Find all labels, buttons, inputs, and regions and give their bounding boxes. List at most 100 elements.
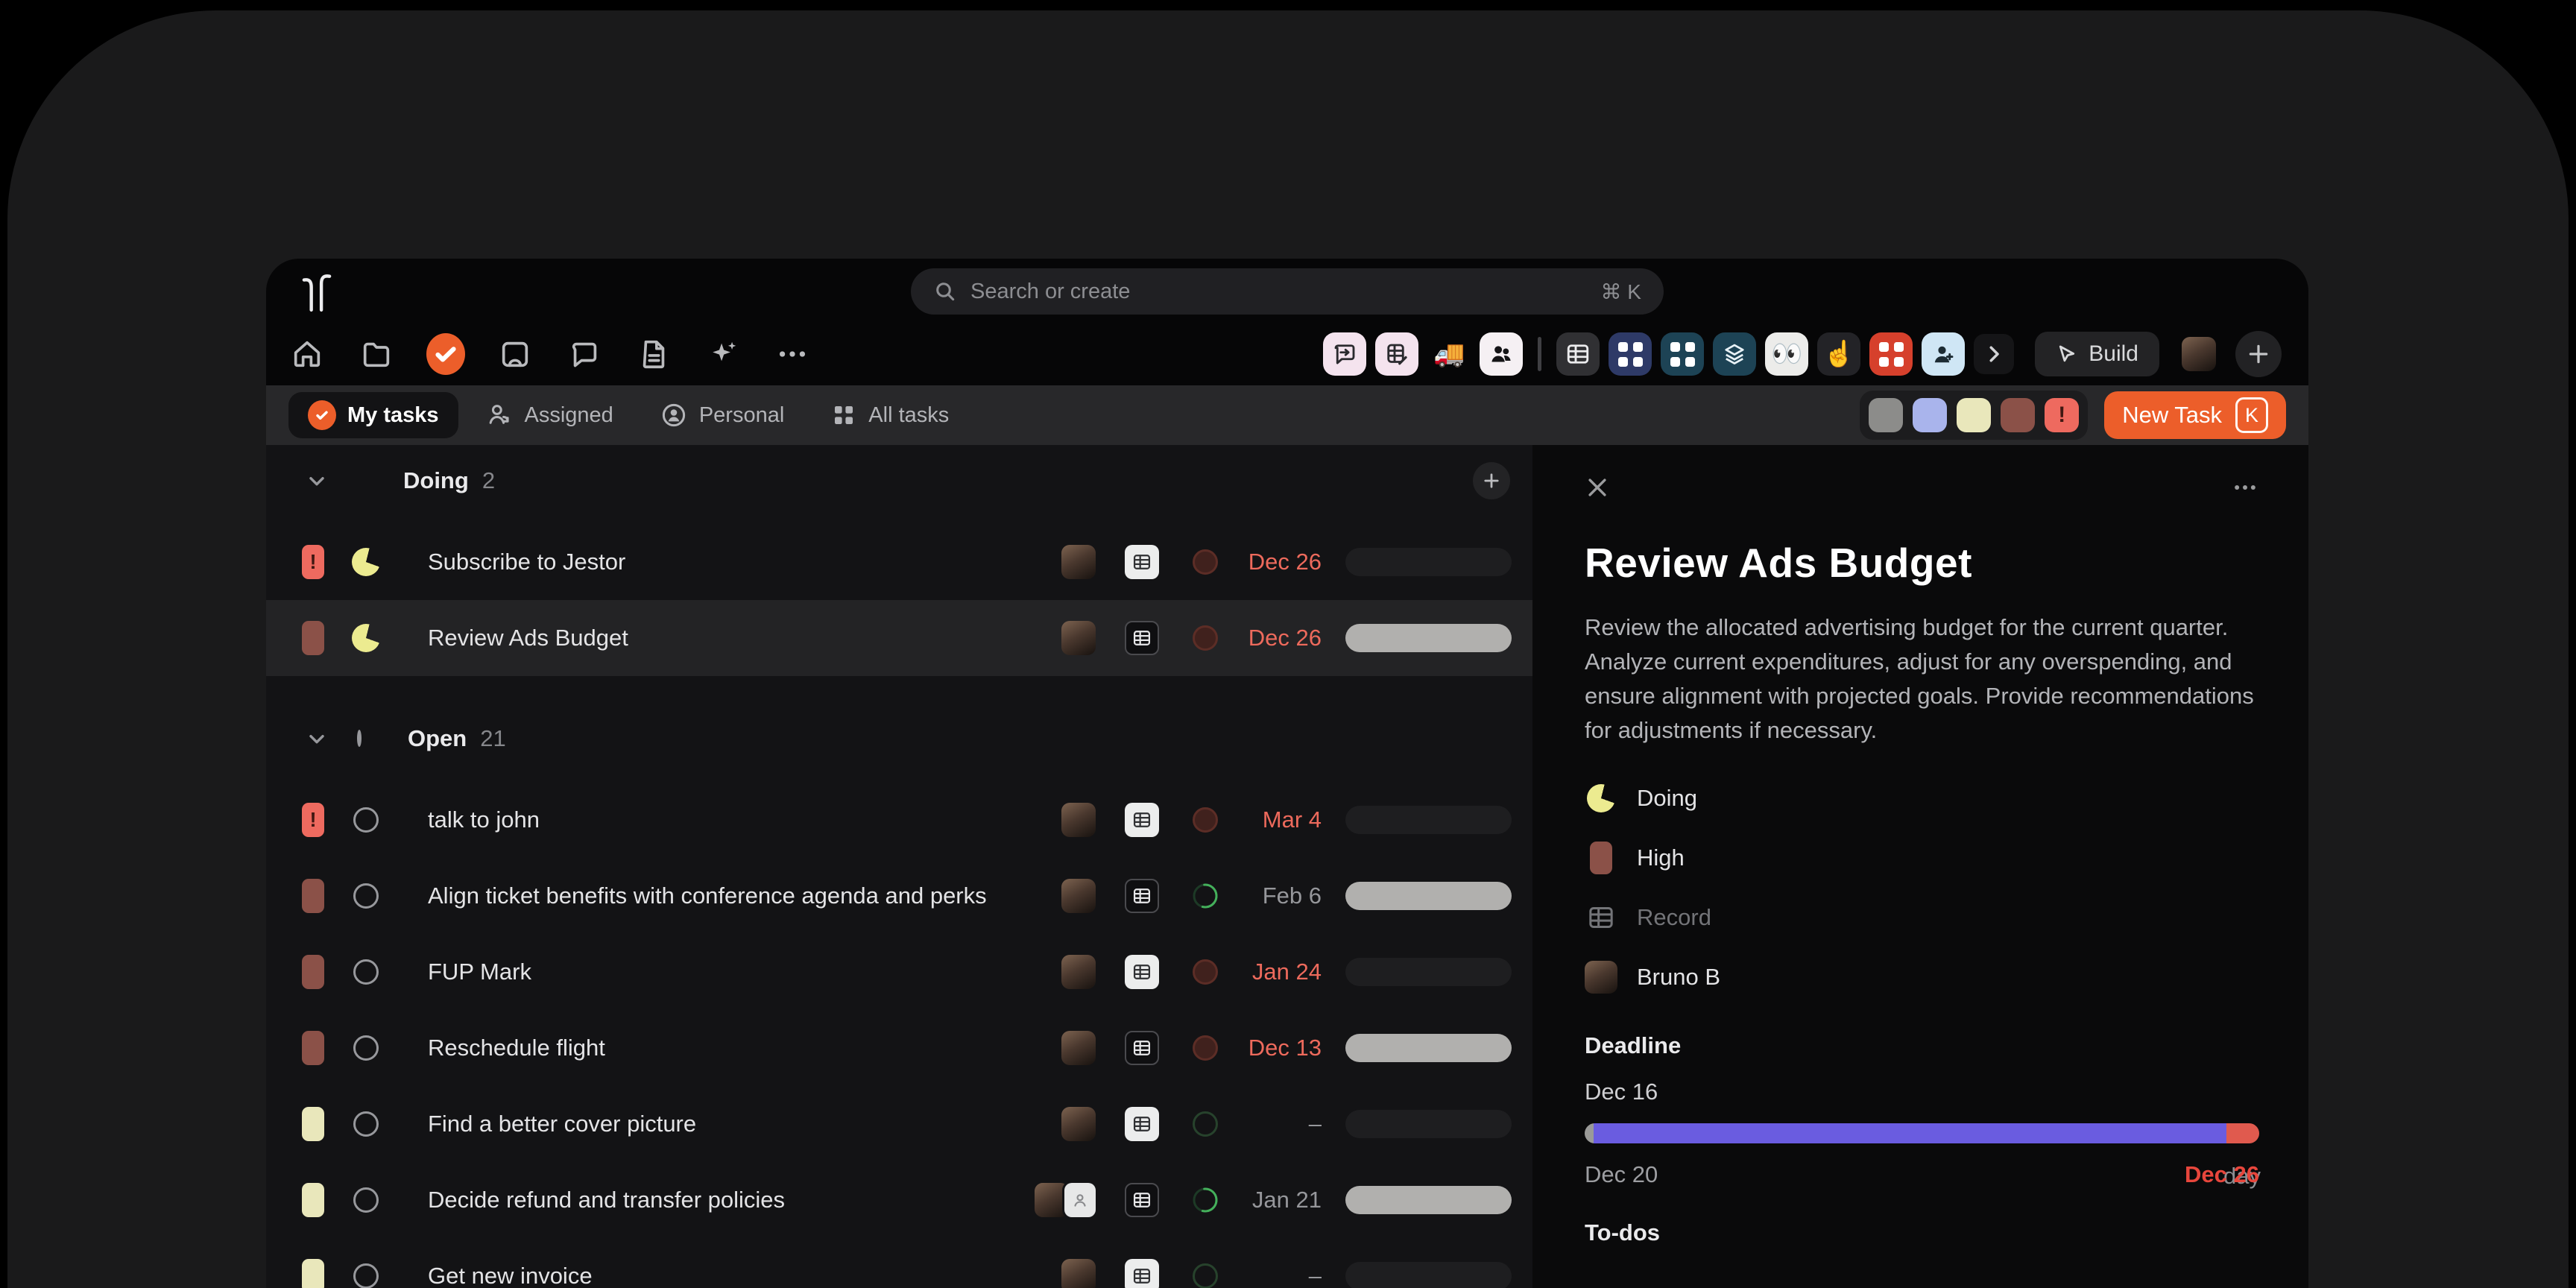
- finger-app-icon[interactable]: ☝️: [1817, 332, 1860, 376]
- close-icon[interactable]: [1585, 475, 1610, 500]
- record-icon[interactable]: [1125, 1259, 1159, 1288]
- task-status-toggle[interactable]: [352, 1035, 380, 1061]
- chevron-right-icon[interactable]: [1974, 334, 2014, 374]
- due-status-circle[interactable]: [1192, 807, 1219, 833]
- swatch-periwinkle[interactable]: [1913, 398, 1947, 432]
- chevron-down-icon[interactable]: [305, 727, 330, 751]
- task-title[interactable]: Decide refund and transfer policies: [428, 1187, 1020, 1213]
- assignee-avatars[interactable]: [1061, 879, 1096, 913]
- task-title[interactable]: Subscribe to Jestor: [428, 549, 1046, 575]
- due-date[interactable]: –: [1225, 1111, 1322, 1137]
- due-status-circle[interactable]: [1192, 549, 1219, 575]
- due-date[interactable]: Feb 6: [1225, 883, 1322, 909]
- swatch-gray[interactable]: [1869, 398, 1903, 432]
- field-assignee[interactable]: Bruno B: [1585, 947, 2259, 1007]
- tab-personal[interactable]: Personal: [640, 392, 804, 438]
- priority-badge[interactable]: [302, 621, 324, 655]
- record-icon[interactable]: [1125, 621, 1159, 655]
- due-status-circle[interactable]: [1192, 1035, 1219, 1061]
- task-status-toggle[interactable]: [352, 883, 380, 909]
- due-date[interactable]: –: [1225, 1263, 1322, 1288]
- tab-my-tasks[interactable]: My tasks: [288, 392, 458, 438]
- grid-navy-app-icon[interactable]: [1609, 332, 1652, 376]
- assignee-avatars[interactable]: [1061, 1031, 1096, 1065]
- add-workspace-button[interactable]: [2235, 331, 2282, 377]
- task-title[interactable]: Align ticket benefits with conference ag…: [428, 883, 1046, 909]
- nav-ai-sparkles-icon[interactable]: [700, 331, 746, 377]
- task-status-toggle[interactable]: [352, 548, 380, 576]
- assignee-avatars[interactable]: [1061, 621, 1096, 655]
- height-logo-icon[interactable]: [300, 274, 333, 309]
- task-title[interactable]: talk to john: [428, 806, 1046, 833]
- swatch-red-urgent[interactable]: !: [2045, 398, 2079, 432]
- nav-inbox-icon[interactable]: [492, 331, 538, 377]
- deadline-progress-bar[interactable]: [1585, 1123, 2259, 1143]
- task-description[interactable]: Review the allocated advertising budget …: [1585, 610, 2259, 748]
- deadline-start-date[interactable]: Dec 16: [1585, 1079, 2259, 1105]
- field-status-doing[interactable]: Doing: [1585, 768, 2259, 828]
- grid-red-app-icon[interactable]: [1869, 332, 1913, 376]
- task-row[interactable]: FUP MarkJan 24: [266, 934, 1532, 1010]
- nav-docs-icon[interactable]: [631, 331, 677, 377]
- task-row[interactable]: Get new invoice –: [266, 1238, 1532, 1288]
- record-icon[interactable]: [1125, 1183, 1159, 1217]
- assignee-avatars[interactable]: [1061, 1107, 1096, 1141]
- due-date[interactable]: Dec 26: [1225, 625, 1322, 651]
- due-date[interactable]: Mar 4: [1225, 806, 1322, 833]
- task-status-toggle[interactable]: [352, 959, 380, 985]
- table-edit-app-icon[interactable]: [1375, 332, 1418, 376]
- task-status-toggle[interactable]: [352, 624, 380, 652]
- assignee-avatars[interactable]: [1061, 1259, 1096, 1288]
- task-title[interactable]: Get new invoice: [428, 1263, 1046, 1288]
- task-title[interactable]: Review Ads Budget: [428, 625, 1046, 651]
- task-status-toggle[interactable]: [352, 1111, 380, 1137]
- nav-more-ellipsis-icon[interactable]: [769, 331, 815, 377]
- due-status-circle[interactable]: [1192, 883, 1219, 909]
- record-icon[interactable]: [1125, 803, 1159, 837]
- due-status-circle[interactable]: [1192, 1263, 1219, 1288]
- priority-badge[interactable]: !: [302, 545, 324, 579]
- user-avatar[interactable]: [2182, 337, 2216, 371]
- due-date[interactable]: Jan 24: [1225, 959, 1322, 985]
- record-icon[interactable]: [1125, 955, 1159, 989]
- assignee-avatars[interactable]: [1035, 1183, 1096, 1217]
- task-status-toggle[interactable]: [352, 807, 380, 833]
- nav-chat-icon[interactable]: [561, 331, 607, 377]
- task-title[interactable]: Review Ads Budget: [1585, 539, 2259, 587]
- priority-badge[interactable]: [302, 1183, 324, 1217]
- grid-teal-app-icon[interactable]: [1661, 332, 1704, 376]
- priority-badge[interactable]: [302, 879, 324, 913]
- task-status-toggle[interactable]: [352, 1187, 380, 1213]
- record-icon[interactable]: [1125, 1031, 1159, 1065]
- assignee-avatars[interactable]: [1061, 955, 1096, 989]
- people-app-icon[interactable]: [1480, 332, 1523, 376]
- task-row[interactable]: Review Ads Budget Dec 26: [266, 600, 1532, 676]
- build-button[interactable]: Build: [2035, 332, 2159, 376]
- new-task-button[interactable]: New Task K: [2104, 391, 2286, 439]
- priority-badge[interactable]: !: [302, 803, 324, 837]
- task-row[interactable]: Align ticket benefits with conference ag…: [266, 858, 1532, 934]
- swatch-brown[interactable]: [2001, 398, 2035, 432]
- task-row[interactable]: Find a better cover picture –: [266, 1086, 1532, 1162]
- table-app-icon[interactable]: [1556, 332, 1600, 376]
- truck-app-icon[interactable]: 🚚: [1427, 332, 1471, 376]
- record-icon[interactable]: [1125, 1107, 1159, 1141]
- due-date[interactable]: Dec 13: [1225, 1035, 1322, 1061]
- task-status-toggle[interactable]: [352, 1263, 380, 1288]
- more-ellipsis-icon[interactable]: [2231, 475, 2259, 500]
- task-row[interactable]: ! Subscribe to Jestor Dec 26: [266, 524, 1532, 600]
- task-row[interactable]: Reschedule flightDec 13: [266, 1010, 1532, 1086]
- due-status-circle[interactable]: [1192, 1187, 1219, 1213]
- task-title[interactable]: Find a better cover picture: [428, 1111, 1046, 1137]
- due-status-circle[interactable]: [1192, 1111, 1219, 1137]
- assignee-avatars[interactable]: [1061, 803, 1096, 837]
- due-date[interactable]: Dec 26: [1225, 549, 1322, 575]
- assignee-avatars[interactable]: [1061, 545, 1096, 579]
- task-row[interactable]: ! talk to john Mar 4: [266, 782, 1532, 858]
- chevron-down-icon[interactable]: [305, 469, 330, 493]
- field-record[interactable]: Record: [1585, 888, 2259, 947]
- priority-badge[interactable]: [302, 1107, 324, 1141]
- chat-arrow-app-icon[interactable]: [1323, 332, 1366, 376]
- swatch-yellow[interactable]: [1957, 398, 1991, 432]
- record-icon[interactable]: [1125, 879, 1159, 913]
